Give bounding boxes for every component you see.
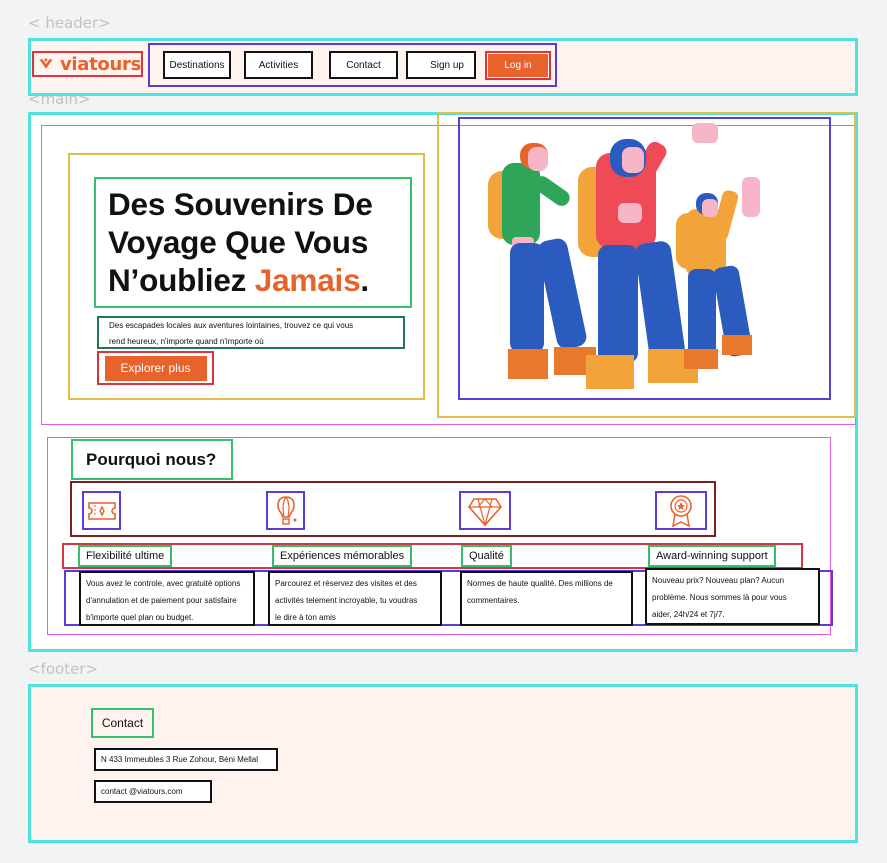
diamond-icon — [459, 491, 511, 530]
why-us-title: Pourquoi nous? — [71, 439, 233, 480]
footer-address: N 433 Immeubles 3 Rue Zohour, Béni Mella… — [94, 748, 278, 771]
explore-button-label: Explorer plus — [104, 355, 207, 381]
ticket-icon — [82, 491, 121, 530]
hero-desc-line2: rend heureux, n'importe quand n'importe … — [109, 337, 264, 346]
logo-icon — [39, 58, 53, 69]
footer-email[interactable]: contact @viatours.com — [94, 780, 212, 803]
hero-title-end: . — [360, 262, 369, 298]
feature-text-experiences: Parcourez et réservez des visites et des… — [268, 571, 442, 626]
nav-contact[interactable]: Contact — [329, 51, 398, 79]
feature-text-support: Nouveau prix? Nouveau plan? Aucun problè… — [645, 568, 820, 625]
logo-text: viatours — [59, 53, 141, 75]
header-annotation: < header> — [28, 14, 111, 32]
feature-title-flexibility: Flexibilité ultime — [78, 545, 173, 567]
login-label: Log in — [488, 54, 548, 77]
footer-contact-title: Contact — [91, 708, 154, 738]
logo[interactable]: viatours — [32, 51, 143, 77]
travelers-illustration-icon — [458, 117, 831, 400]
feature-text-quality: Normes de haute qualité. Des millions de… — [460, 571, 633, 626]
award-badge-icon — [655, 491, 707, 530]
feature-text-line: Normes de haute qualité. Des millions de — [467, 579, 613, 588]
feature-icons-row — [70, 481, 716, 537]
hero-title-line3: N’oubliez Jamais. — [108, 261, 410, 299]
feature-text-flexibility: Vous avez le controle, avec gratuité opt… — [79, 571, 255, 626]
feature-title-support: Award-winning support — [648, 545, 776, 567]
nav-activities[interactable]: Activities — [244, 51, 313, 79]
feature-text-line: commentaires. — [467, 596, 520, 605]
explore-button[interactable]: Explorer plus — [97, 351, 214, 385]
feature-text-line: problème. Nous sommes là pour vous — [652, 593, 787, 602]
nav-signup[interactable]: Sign up — [406, 51, 476, 79]
hero-title: Des Souvenirs De Voyage Que Vous N’oubli… — [94, 177, 412, 308]
hero-title-line2: Voyage Que Vous — [108, 224, 369, 260]
feature-title-experiences: Expériences mémorables — [272, 545, 413, 567]
feature-text-line: d'annulation et de paiement pour satisfa… — [86, 596, 237, 605]
hero-desc-line1: Des escapades locales aux aventures loin… — [109, 321, 354, 330]
hero-description: Des escapades locales aux aventures loin… — [97, 316, 405, 349]
feature-text-line: le dire à ton amis — [275, 613, 336, 622]
feature-title-quality: Qualité — [461, 545, 512, 567]
nav-destinations[interactable]: Destinations — [163, 51, 231, 79]
login-button[interactable]: Log in — [485, 51, 551, 80]
feature-text-line: activités telement incroyable, tu voudra… — [275, 596, 418, 605]
hot-air-balloon-icon — [266, 491, 305, 530]
feature-text-line: b'importe quel plan ou budget. — [86, 613, 194, 622]
feature-text-line: aider, 24h/24 et 7j/7. — [652, 610, 725, 619]
hero-title-accent: Jamais — [254, 262, 361, 298]
hero-title-line1: Des Souvenirs De — [108, 186, 373, 222]
feature-text-line: Vous avez le controle, avec gratuité opt… — [86, 579, 241, 588]
hero-title-plain: N’oubliez — [108, 262, 255, 298]
feature-text-line: Nouveau prix? Nouveau plan? Aucun — [652, 576, 785, 585]
feature-text-line: Parcourez et réservez des visites et des — [275, 579, 417, 588]
footer-annotation: <footer> — [28, 660, 99, 678]
